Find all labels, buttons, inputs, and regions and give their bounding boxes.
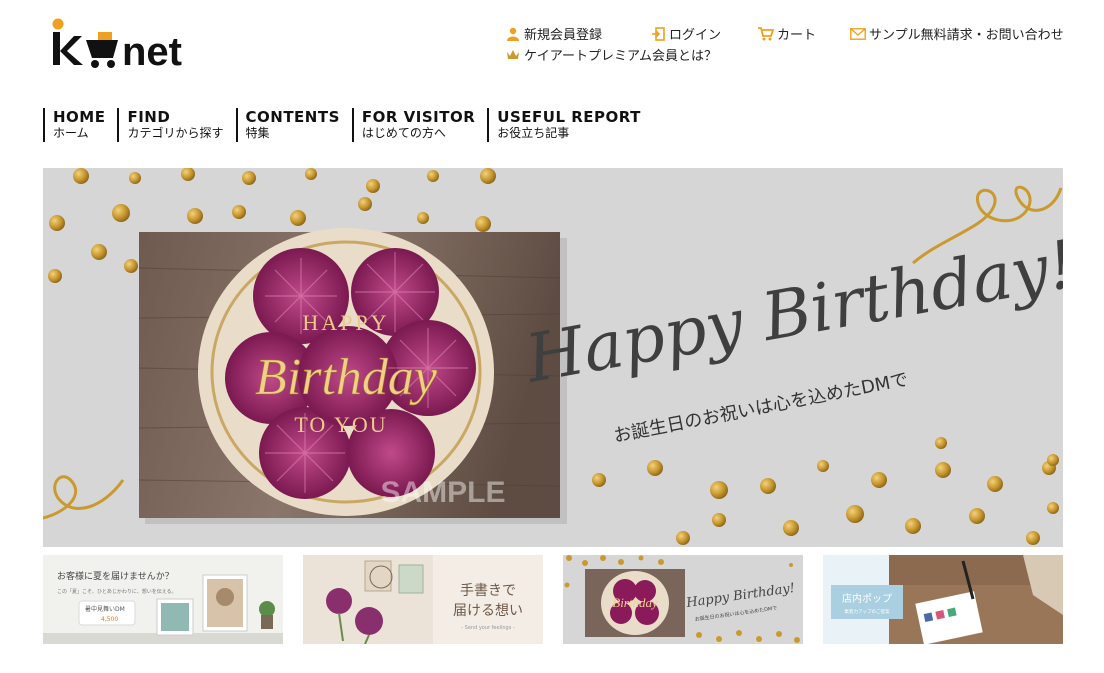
cart-link[interactable]: カート [758,24,816,43]
summer-badge: 暑中見舞いDM [85,605,125,613]
confetti-bottom [592,437,1059,545]
register-link[interactable]: 新規会員登録 [505,24,602,43]
logo-wordmark: net [122,30,182,70]
kanet-logo-icon: net [52,18,182,70]
hero-banner[interactable]: HAPPY Birthday TO YOU SAMPLE Happy Birth… [43,168,1063,547]
contact-label: サンプル無料請求・お問い合わせ [869,28,1064,43]
cart-label: カート [777,28,817,43]
main-nav: HOME ホーム FIND カテゴリから探す CONTENTS 特集 FOR V… [43,108,653,142]
sample-watermark: SAMPLE [380,476,505,509]
login-link[interactable]: ログイン [650,24,721,43]
header-links: 新規会員登録 ログイン カート サンプル無料請求・お問い合わせ ケイアートプレミ… [505,24,1075,68]
register-label: 新規会員登録 [524,28,603,43]
thumb-birthday[interactable]: Birthday Happy Birthday! お誕生日のお祝いは心を込めたD… [563,555,803,644]
nav-home[interactable]: HOME ホーム [43,108,117,142]
birthday-card-photo: HAPPY Birthday TO YOU SAMPLE [138,228,567,524]
nav-label-en: USEFUL REPORT [497,108,641,126]
feature-thumbnails: お客様に夏を届けませんか？ この「夏」こそ、ひとあじかわりに、想いを伝える。 暑… [43,555,1063,644]
nav-label-jp: はじめての方へ [361,126,446,140]
summer-line2: この「夏」こそ、ひとあじかわりに、想いを伝える。 [57,588,177,595]
hero-subtitle: お誕生日のお祝いは心を込めたDMで [612,369,910,447]
login-label: ログイン [669,28,722,43]
crown-icon [505,48,521,62]
nav-contents[interactable]: CONTENTS 特集 [235,108,352,142]
summer-price: 4,500 [101,616,118,623]
nav-label-en: CONTENTS [245,108,340,126]
hero-script-title: Happy Birthday! [519,226,1063,398]
handwritten-line2: 届ける想い [453,603,523,619]
premium-link[interactable]: ケイアートプレミアム会員とは？ [505,45,717,64]
mail-icon [850,27,866,41]
nav-label-jp: ホーム [53,126,89,140]
nav-label-en: HOME [53,108,106,126]
site-logo[interactable]: net [50,18,220,70]
cart-icon [758,26,774,41]
nav-label-jp: 特集 [245,126,270,140]
handwritten-line1: 手書きで [460,583,516,599]
nav-find[interactable]: FIND カテゴリから探す [117,108,235,142]
thumb-handwritten[interactable]: 手書きで 届ける想い - Send your feelings - [303,555,543,644]
pop-subtitle: 集客力アップのご提案 [845,608,890,615]
thumb-birthday-card: Birthday [612,595,658,610]
contact-link[interactable]: サンプル無料請求・お問い合わせ [850,24,1064,43]
nav-label-jp: カテゴリから探す [127,126,224,140]
premium-label: ケイアートプレミアム会員とは？ [524,49,718,64]
nav-for-visitor[interactable]: FOR VISITOR はじめての方へ [351,108,487,142]
thumb-store-pop[interactable]: 店内ポップ 集客力アップのご提案 [823,555,1063,644]
thumb-summer-dm[interactable]: お客様に夏を届けませんか？ この「夏」こそ、ひとあじかわりに、想いを伝える。 暑… [43,555,283,644]
user-icon [505,27,521,41]
nav-label-en: FIND [127,108,171,126]
summer-line1: お客様に夏を届けませんか？ [57,570,174,582]
nav-label-jp: お役立ち記事 [497,126,570,140]
nav-useful-report[interactable]: USEFUL REPORT お役立ち記事 [487,108,653,142]
ribbon-bottom-left [43,475,125,520]
card-birthday-text: Birthday [255,349,438,406]
nav-label-en: FOR VISITOR [361,108,476,126]
card-happy-text: HAPPY [302,310,389,335]
hero-artwork: HAPPY Birthday TO YOU SAMPLE Happy Birth… [43,168,1063,545]
login-icon [650,26,666,41]
pop-title: 店内ポップ [842,592,892,605]
card-to-you-text: TO YOU [294,412,387,437]
handwritten-caption: - Send your feelings - [461,625,515,631]
